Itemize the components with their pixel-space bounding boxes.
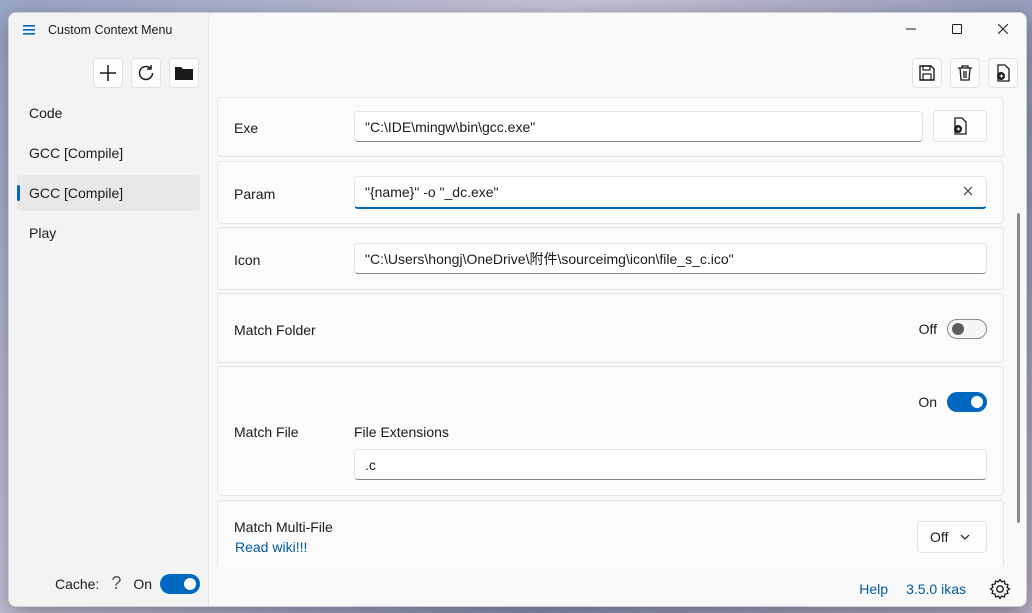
save-button[interactable] <box>912 58 942 88</box>
cache-state-label: On <box>133 575 153 592</box>
menu-item-list: Code GCC [Compile] GCC [Compile] Play <box>9 95 208 255</box>
help-link[interactable]: Help <box>859 581 888 597</box>
open-file-button[interactable] <box>988 58 1018 88</box>
list-item[interactable]: Code <box>17 95 200 131</box>
list-item-selected[interactable]: GCC [Compile] <box>17 175 200 211</box>
refresh-icon <box>138 65 154 81</box>
window-title: Custom Context Menu <box>48 23 173 37</box>
close-button[interactable] <box>980 13 1026 45</box>
main-panel: Exe "C:\IDE\mingw\bin\gcc.exe" Param "{n… <box>208 13 1026 606</box>
icon-card: Icon "C:\Users\hongj\OneDrive\附件\sourcei… <box>217 227 1004 290</box>
settings-content: Exe "C:\IDE\mingw\bin\gcc.exe" Param "{n… <box>217 97 1004 566</box>
param-card: Param "{name}" -o "_dc.exe" <box>217 161 1004 224</box>
read-wiki-link[interactable]: Read wiki!!! <box>235 539 307 555</box>
maximize-icon <box>952 24 962 34</box>
match-folder-card: Match Folder Off <box>217 293 1004 363</box>
match-file-label: Match File <box>234 424 299 440</box>
sidebar: Custom Context Menu Code GCC [Compile] G… <box>9 13 208 606</box>
browse-exe-button[interactable] <box>933 110 987 142</box>
menu-icon[interactable] <box>21 22 37 38</box>
match-folder-toggle-group: Off <box>919 319 987 339</box>
trash-icon <box>958 65 972 81</box>
toggle-knob <box>952 323 964 335</box>
folder-icon <box>175 67 193 80</box>
match-file-toggle-group: On <box>918 392 987 412</box>
cache-toggle[interactable] <box>160 573 201 594</box>
delete-button[interactable] <box>950 58 980 88</box>
icon-path-input[interactable]: "C:\Users\hongj\OneDrive\附件\sourceimg\ic… <box>354 243 987 274</box>
param-value: "{name}" -o "_dc.exe" <box>365 184 499 200</box>
toggle-knob <box>184 577 197 590</box>
list-item-label: GCC [Compile] <box>29 145 124 161</box>
window-controls <box>888 13 1026 45</box>
chevron-down-icon <box>960 534 970 540</box>
icon-path-value: "C:\Users\hongj\OneDrive\附件\sourceimg\ic… <box>365 250 734 267</box>
match-file-state: On <box>918 394 937 410</box>
match-multi-label: Match Multi-File <box>234 519 333 535</box>
cache-label: Cache: <box>55 575 100 592</box>
exe-label: Exe <box>234 120 259 136</box>
scrollbar-thumb[interactable] <box>1017 213 1020 523</box>
settings-button[interactable] <box>984 573 1016 605</box>
match-folder-label: Match Folder <box>234 322 316 338</box>
app-window: Custom Context Menu Code GCC [Compile] G… <box>8 12 1027 607</box>
refresh-button[interactable] <box>131 58 161 88</box>
list-item[interactable]: Play <box>17 215 200 251</box>
toggle-knob <box>971 396 983 408</box>
file-extensions-input[interactable]: .c <box>354 449 987 480</box>
close-icon <box>998 24 1008 34</box>
open-folder-button[interactable] <box>169 58 199 88</box>
save-icon <box>919 65 935 81</box>
match-multi-dropdown[interactable]: Off <box>917 521 987 553</box>
list-item-label: Code <box>29 105 63 121</box>
sidebar-footer: Cache: ? On <box>55 573 201 594</box>
main-footer: Help 3.5.0 ikas <box>859 573 1016 605</box>
param-label: Param <box>234 186 276 202</box>
exe-card: Exe "C:\IDE\mingw\bin\gcc.exe" <box>217 97 1004 157</box>
minimize-button[interactable] <box>888 13 934 45</box>
file-extensions-label: File Extensions <box>354 424 449 440</box>
maximize-button[interactable] <box>934 13 980 45</box>
match-multi-card: Match Multi-File Read wiki!!! Off <box>217 500 1004 566</box>
match-folder-toggle[interactable] <box>947 319 987 339</box>
plus-icon <box>100 65 116 81</box>
match-file-toggle[interactable] <box>947 392 987 412</box>
file-extensions-value: .c <box>365 456 376 473</box>
question-icon[interactable]: ? <box>111 573 121 594</box>
main-toolbar <box>912 58 1018 88</box>
title-bar: Custom Context Menu <box>9 13 208 47</box>
clear-icon[interactable] <box>962 185 974 197</box>
icon-label: Icon <box>234 252 261 268</box>
exe-input[interactable]: "C:\IDE\mingw\bin\gcc.exe" <box>354 111 923 142</box>
version-label: 3.5.0 ikas <box>906 581 966 597</box>
add-button[interactable] <box>93 58 123 88</box>
sidebar-toolbar <box>93 58 199 88</box>
list-item-label: GCC [Compile] <box>29 185 124 201</box>
exe-value: "C:\IDE\mingw\bin\gcc.exe" <box>365 118 536 135</box>
file-open-icon <box>997 64 1010 82</box>
minimize-icon <box>906 28 916 30</box>
list-item[interactable]: GCC [Compile] <box>17 135 200 171</box>
file-open-icon <box>954 117 967 135</box>
match-folder-state: Off <box>918 321 937 337</box>
match-file-card: Match File On File Extensions .c <box>217 366 1004 496</box>
gear-icon <box>989 578 1011 600</box>
list-item-label: Play <box>29 225 57 241</box>
dropdown-value: Off <box>930 529 949 545</box>
param-input[interactable]: "{name}" -o "_dc.exe" <box>354 176 987 209</box>
